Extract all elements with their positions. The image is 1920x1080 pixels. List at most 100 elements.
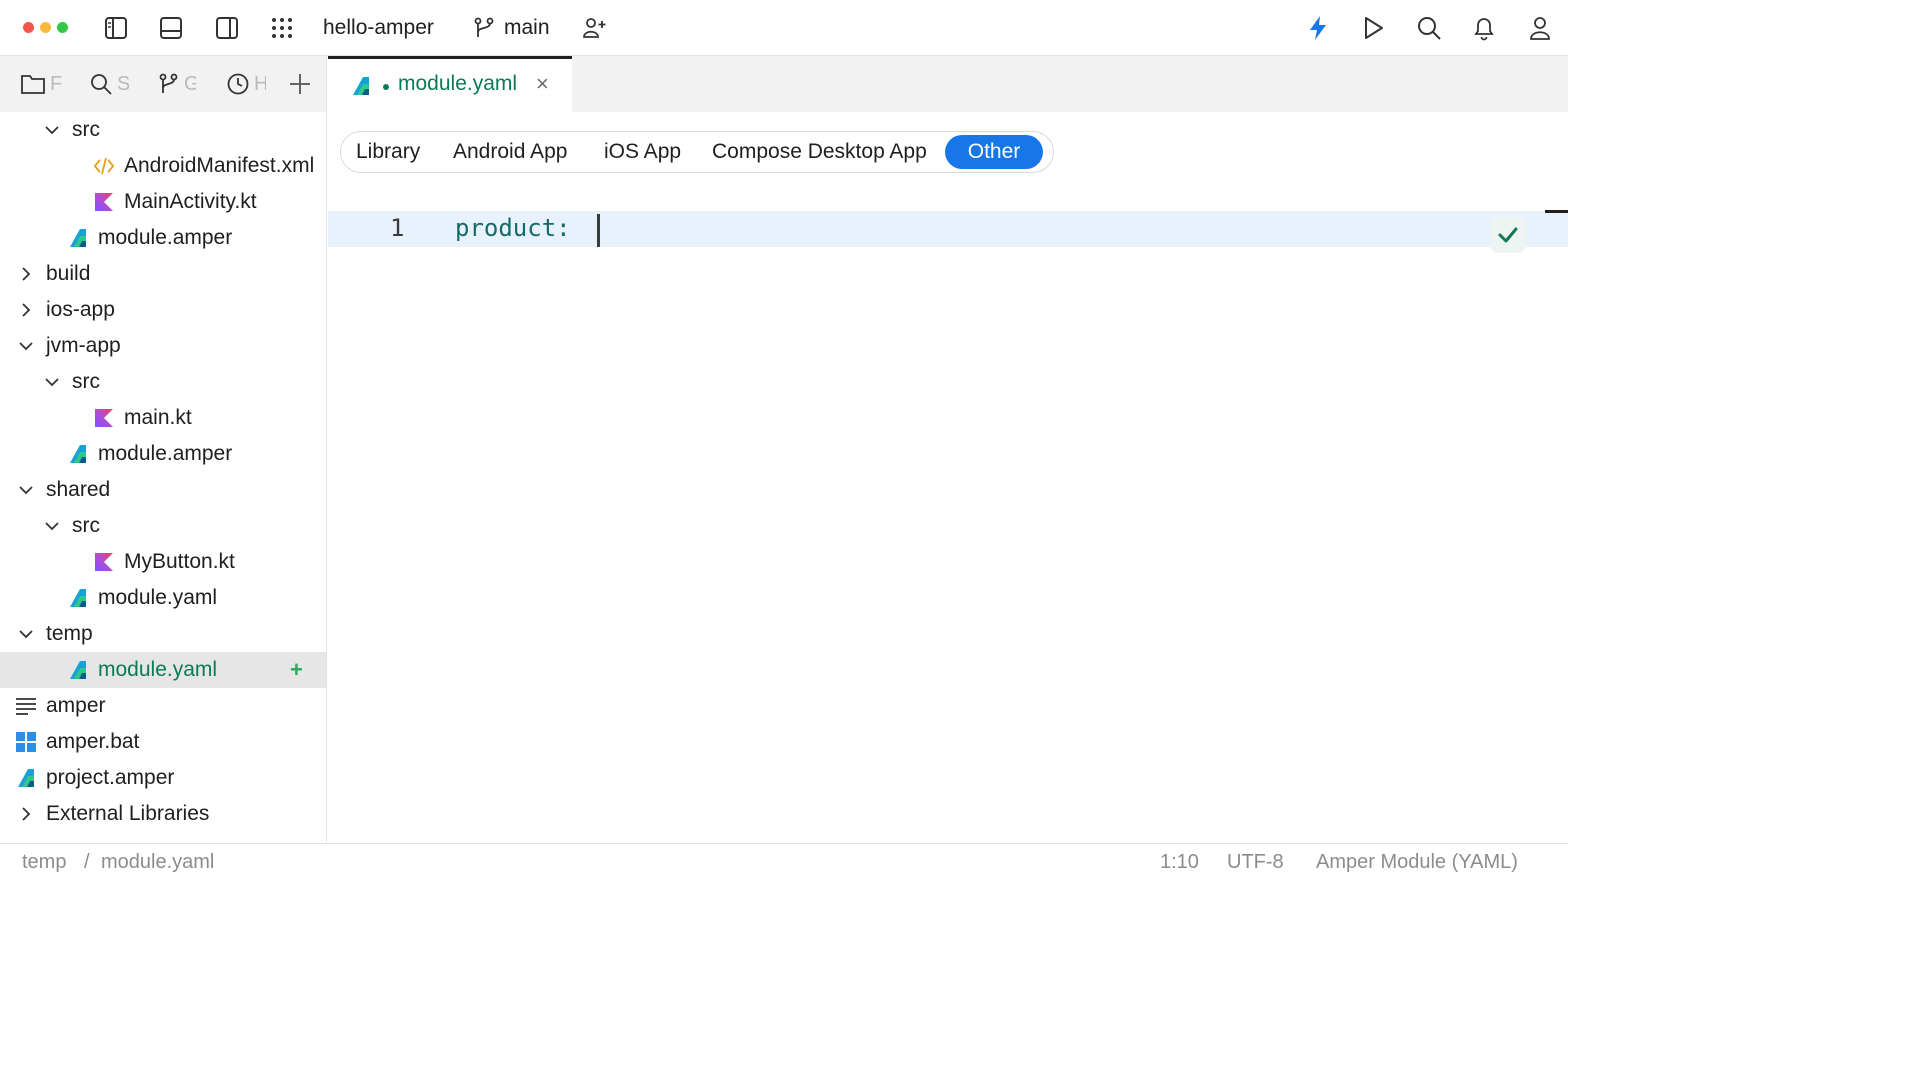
tree-item-src[interactable]: src	[0, 112, 326, 148]
tab-search-label: S	[117, 73, 129, 96]
tree-item-amper-bat[interactable]: amper.bat	[0, 724, 326, 760]
run-icon[interactable]	[1357, 12, 1389, 44]
branch-icon[interactable]	[468, 12, 500, 44]
breadcrumb-folder[interactable]: temp	[22, 851, 66, 874]
cursor-position[interactable]: 1:10	[1160, 851, 1199, 874]
tab-git-label: G	[184, 73, 196, 96]
tree-item-module-amper[interactable]: module.amper	[0, 220, 326, 256]
no-problems-indicator[interactable]	[1490, 217, 1526, 253]
tree-item-label: temp	[46, 622, 93, 645]
chevron-down-icon[interactable]	[18, 482, 34, 498]
chevron-down-icon[interactable]	[18, 626, 34, 642]
tree-item-label: MyButton.kt	[124, 550, 235, 573]
chevron-right-icon[interactable]	[18, 806, 34, 822]
amper-file-icon	[67, 587, 89, 609]
tree-item-label: module.yaml	[98, 658, 218, 681]
apps-grid-icon[interactable]	[266, 12, 298, 44]
tree-item-shared[interactable]: shared	[0, 472, 326, 508]
tree-item-mybutton-kt[interactable]: MyButton.kt	[0, 544, 326, 580]
tree-item-module-amper[interactable]: module.amper	[0, 436, 326, 472]
tree-item-label: module.amper	[98, 442, 233, 465]
editor-tab-label: module.yaml	[398, 72, 518, 95]
lightning-icon[interactable]	[1302, 12, 1334, 44]
amper-file-icon	[67, 659, 89, 681]
chevron-down-icon[interactable]	[44, 122, 60, 138]
tree-item-build[interactable]: build	[0, 256, 326, 292]
close-window-button[interactable]	[23, 22, 34, 33]
tree-item-label: amper.bat	[46, 730, 140, 753]
tab-search[interactable]: S	[89, 68, 129, 100]
template-segmented-control: Library Android App iOS App Compose Desk…	[340, 131, 1054, 173]
template-ios-app[interactable]: iOS App	[590, 135, 695, 169]
breadcrumb-file[interactable]: module.yaml	[101, 851, 214, 874]
amper-file-icon	[67, 227, 89, 249]
tree-item-label: src	[72, 514, 100, 537]
tab-history-label: H	[254, 73, 266, 96]
tree-item-external-libraries[interactable]: External Libraries	[0, 796, 326, 832]
amper-file-icon	[15, 767, 37, 789]
add-tab-button[interactable]	[288, 68, 312, 100]
editor-tab-module-yaml[interactable]: module.yaml ×	[328, 56, 572, 112]
add-user-icon[interactable]	[578, 12, 610, 44]
project-name[interactable]: hello-amper	[323, 14, 434, 42]
tree-item-label: amper	[46, 694, 106, 717]
tree-item-label: MainActivity.kt	[124, 190, 257, 213]
tree-item-temp[interactable]: temp	[0, 616, 326, 652]
tab-files[interactable]: F	[20, 68, 62, 100]
template-library[interactable]: Library	[342, 135, 434, 169]
tab-history[interactable]: H	[226, 68, 266, 100]
close-tab-icon[interactable]: ×	[536, 71, 549, 97]
windows-batch-icon	[15, 731, 37, 753]
text-caret	[597, 214, 600, 247]
tree-item-label: src	[72, 370, 100, 393]
tree-item-main-kt[interactable]: main.kt	[0, 400, 326, 436]
xml-file-icon	[93, 155, 115, 177]
tree-item-label: main.kt	[124, 406, 192, 429]
file-encoding[interactable]: UTF-8	[1227, 851, 1284, 874]
chevron-down-icon[interactable]	[44, 374, 60, 390]
branch-name[interactable]: main	[504, 14, 550, 42]
tree-item-project-amper[interactable]: project.amper	[0, 760, 326, 796]
status-bar: temp / module.yaml 1:10 UTF-8 Amper Modu…	[0, 843, 1568, 882]
tree-item-module-yaml[interactable]: module.yaml +	[0, 652, 326, 688]
bottom-panel-icon[interactable]	[155, 12, 187, 44]
template-compose-desktop-app[interactable]: Compose Desktop App	[698, 135, 941, 169]
minimize-window-button[interactable]	[40, 22, 51, 33]
amper-file-icon	[353, 77, 369, 95]
tree-item-ios-app[interactable]: ios-app	[0, 292, 326, 328]
tree-item-label: External Libraries	[46, 802, 210, 825]
tree-item-androidmanifest-xml[interactable]: AndroidManifest.xml	[0, 148, 326, 184]
editor-area: module.yaml × Library Android App iOS Ap…	[328, 56, 1568, 843]
title-bar: hello-amper main	[0, 0, 1568, 56]
code-line[interactable]: product:	[455, 214, 571, 242]
tree-item-src[interactable]: src	[0, 364, 326, 400]
file-type[interactable]: Amper Module (YAML)	[1316, 851, 1518, 874]
modified-dot	[383, 84, 389, 90]
search-icon[interactable]	[1413, 12, 1445, 44]
chevron-right-icon[interactable]	[18, 302, 34, 318]
history-icon	[227, 73, 249, 95]
chevron-right-icon[interactable]	[18, 266, 34, 282]
sidebar-left-icon[interactable]	[100, 12, 132, 44]
tree-item-src[interactable]: src	[0, 508, 326, 544]
zoom-window-button[interactable]	[57, 22, 68, 33]
account-icon[interactable]	[1524, 12, 1556, 44]
chevron-down-icon[interactable]	[18, 338, 34, 354]
folder-icon	[21, 75, 45, 94]
tree-item-jvm-app[interactable]: jvm-app	[0, 328, 326, 364]
added-plus-icon: +	[290, 657, 303, 682]
tree-item-label: module.amper	[98, 226, 233, 249]
line-number: 1	[390, 214, 405, 242]
tree-item-label: src	[72, 118, 100, 141]
chevron-down-icon[interactable]	[44, 518, 60, 534]
sidebar-right-icon[interactable]	[211, 12, 243, 44]
tab-git[interactable]: G	[158, 68, 196, 100]
tree-item-amper[interactable]: amper	[0, 688, 326, 724]
template-other[interactable]: Other	[945, 135, 1043, 169]
template-android-app[interactable]: Android App	[439, 135, 581, 169]
bell-icon[interactable]	[1468, 12, 1500, 44]
tree-item-module-yaml[interactable]: module.yaml	[0, 580, 326, 616]
tree-item-mainactivity-kt[interactable]: MainActivity.kt	[0, 184, 326, 220]
tree-item-label: AndroidManifest.xml	[124, 154, 315, 177]
tree-item-label: jvm-app	[46, 334, 121, 357]
